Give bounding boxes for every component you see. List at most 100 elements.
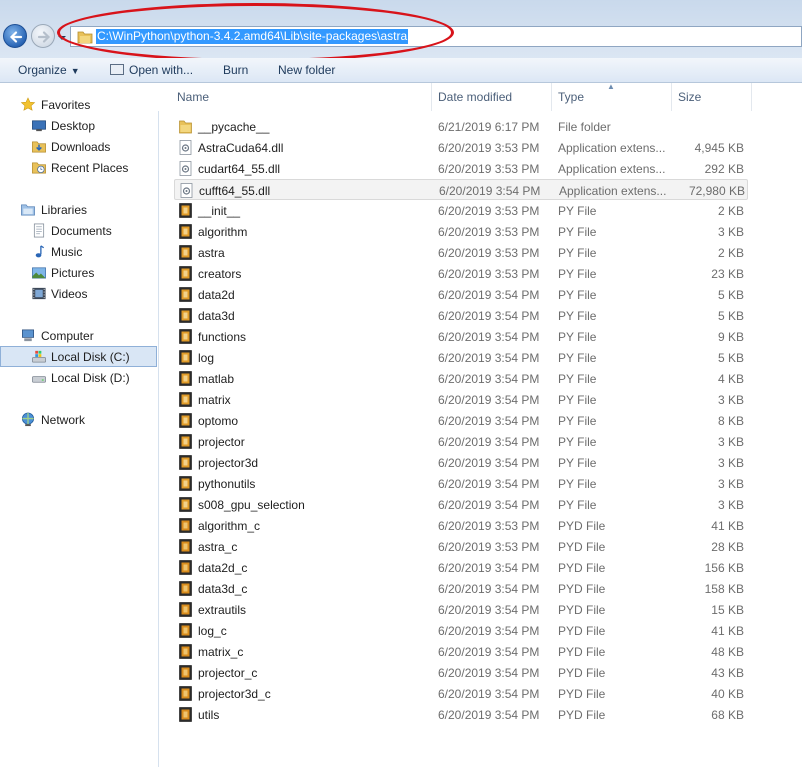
- dll-icon: [179, 140, 192, 155]
- file-row[interactable]: projector 6/20/2019 3:54 PM PY File 3 KB: [174, 431, 748, 452]
- nav-label: Network: [41, 413, 86, 427]
- file-date-modified: 6/20/2019 3:53 PM: [438, 204, 540, 218]
- nav-label: Downloads: [51, 140, 111, 154]
- file-type: PY File: [558, 498, 597, 512]
- file-row[interactable]: data3d_c 6/20/2019 3:54 PM PYD File 158 KB: [174, 578, 748, 599]
- file-size: 2 KB: [717, 246, 744, 260]
- file-row[interactable]: astra 6/20/2019 3:53 PM PY File 2 KB: [174, 242, 748, 263]
- file-name: astra_c: [198, 540, 238, 554]
- file-row[interactable]: AstraCuda64.dll 6/20/2019 3:53 PM Applicat…: [174, 137, 748, 158]
- nav-favorites[interactable]: Favorites: [0, 94, 157, 115]
- nav-downloads[interactable]: Downloads: [0, 136, 157, 157]
- file-name: data3d_c: [198, 582, 248, 596]
- nav-pictures[interactable]: Pictures: [0, 262, 157, 283]
- file-row[interactable]: log 6/20/2019 3:54 PM PY File 5 KB: [174, 347, 748, 368]
- file-row[interactable]: data3d 6/20/2019 3:54 PM PY File 5 KB: [174, 305, 748, 326]
- file-size: 4,945 KB: [694, 141, 744, 155]
- system-drive-icon: [32, 350, 46, 363]
- network-icon: [22, 412, 34, 427]
- file-row[interactable]: creators 6/20/2019 3:53 PM PY File 23 KB: [174, 263, 748, 284]
- address-field[interactable]: C:\WinPython\python-3.4.2.amd64\Lib\site…: [70, 26, 802, 47]
- file-size: 41 KB: [711, 624, 744, 638]
- column-header-size[interactable]: Size: [673, 83, 752, 111]
- back-button[interactable]: [3, 24, 27, 48]
- file-date-modified: 6/20/2019 3:54 PM: [438, 603, 540, 617]
- file-name: cufft64_55.dll: [199, 184, 271, 198]
- file-date-modified: 6/20/2019 3:54 PM: [438, 288, 540, 302]
- file-date-modified: 6/20/2019 3:54 PM: [438, 708, 540, 722]
- file-row[interactable]: projector_c 6/20/2019 3:54 PM PYD File 43 K…: [174, 662, 748, 683]
- file-row[interactable]: __pycache__ 6/21/2019 6:17 PM File folder: [174, 116, 748, 137]
- file-row[interactable]: pythonutils 6/20/2019 3:54 PM PY File 3 KB: [174, 473, 748, 494]
- column-header-row: Name Date modified Type Size ▲: [158, 82, 802, 111]
- nav-desktop[interactable]: Desktop: [0, 115, 157, 136]
- file-row[interactable]: projector3d_c 6/20/2019 3:54 PM PYD File 40…: [174, 683, 748, 704]
- organize-button[interactable]: Organize ▼: [18, 62, 80, 78]
- forward-button[interactable]: [31, 24, 55, 48]
- nav-computer[interactable]: Computer: [0, 325, 157, 346]
- nav-documents[interactable]: Documents: [0, 220, 157, 241]
- file-row[interactable]: cudart64_55.dll 6/20/2019 3:53 PM Applicat…: [174, 158, 748, 179]
- nav-videos[interactable]: Videos: [0, 283, 157, 304]
- column-label: Name: [177, 90, 210, 104]
- file-row[interactable]: __init__ 6/20/2019 3:53 PM PY File 2 KB: [174, 200, 748, 221]
- file-row[interactable]: data2d 6/20/2019 3:54 PM PY File 5 KB: [174, 284, 748, 305]
- file-row[interactable]: projector3d 6/20/2019 3:54 PM PY File 3 KB: [174, 452, 748, 473]
- file-name: __init__: [198, 204, 241, 218]
- file-size: 158 KB: [704, 582, 744, 596]
- nav-local-disk-d[interactable]: Local Disk (D:): [0, 367, 157, 388]
- file-date-modified: 6/20/2019 3:54 PM: [439, 184, 541, 198]
- file-size: 4 KB: [717, 372, 744, 386]
- file-name: projector3d: [198, 456, 259, 470]
- nav-music[interactable]: Music: [0, 241, 157, 262]
- file-row[interactable]: extrautils 6/20/2019 3:54 PM PYD File 15 KB: [174, 599, 748, 620]
- file-row[interactable]: matrix 6/20/2019 3:54 PM PY File 3 KB: [174, 389, 748, 410]
- column-header-date-modified[interactable]: Date modified: [433, 83, 552, 111]
- file-row[interactable]: optomo 6/20/2019 3:54 PM PY File 8 KB: [174, 410, 748, 431]
- file-name: matlab: [198, 372, 235, 386]
- file-size: 8 KB: [717, 414, 744, 428]
- pyd-file-icon: [179, 539, 192, 554]
- column-header-name[interactable]: Name: [172, 83, 432, 111]
- file-date-modified: 6/20/2019 3:53 PM: [438, 519, 540, 533]
- file-date-modified: 6/20/2019 3:54 PM: [438, 309, 540, 323]
- pyd-file-icon: [179, 602, 192, 617]
- file-type: PY File: [558, 456, 597, 470]
- burn-button[interactable]: Burn: [223, 62, 248, 78]
- address-path-text[interactable]: C:\WinPython\python-3.4.2.amd64\Lib\site…: [96, 29, 409, 44]
- file-row[interactable]: cufft64_55.dll 6/20/2019 3:54 PM Applicati…: [174, 179, 748, 200]
- recent-pages-button[interactable]: [57, 32, 67, 42]
- file-size: 9 KB: [717, 330, 744, 344]
- file-name: data2d: [198, 288, 235, 302]
- file-row[interactable]: algorithm 6/20/2019 3:53 PM PY File 3 KB: [174, 221, 748, 242]
- file-row[interactable]: matlab 6/20/2019 3:54 PM PY File 4 KB: [174, 368, 748, 389]
- nav-libraries[interactable]: Libraries: [0, 199, 157, 220]
- file-row[interactable]: functions 6/20/2019 3:54 PM PY File 9 KB: [174, 326, 748, 347]
- file-type: PYD File: [558, 519, 606, 533]
- file-row[interactable]: data2d_c 6/20/2019 3:54 PM PYD File 156 KB: [174, 557, 748, 578]
- file-name: s008_gpu_selection: [198, 498, 305, 512]
- file-row[interactable]: log_c 6/20/2019 3:54 PM PYD File 41 KB: [174, 620, 748, 641]
- file-row[interactable]: utils 6/20/2019 3:54 PM PYD File 68 KB: [174, 704, 748, 725]
- nav-network[interactable]: Network: [0, 409, 157, 430]
- file-row[interactable]: algorithm_c 6/20/2019 3:53 PM PYD File 41 K…: [174, 515, 748, 536]
- window-icon: [110, 64, 124, 75]
- file-row[interactable]: matrix_c 6/20/2019 3:54 PM PYD File 48 KB: [174, 641, 748, 662]
- file-type: File folder: [558, 120, 611, 134]
- py-file-icon: [179, 476, 192, 491]
- nav-local-disk-c[interactable]: Local Disk (C:): [0, 346, 157, 367]
- file-name: data2d_c: [198, 561, 248, 575]
- file-type: PY File: [558, 309, 597, 323]
- file-size: 41 KB: [711, 519, 744, 533]
- file-size: 72,980 KB: [688, 184, 745, 198]
- file-size: 48 KB: [711, 645, 744, 659]
- file-date-modified: 6/20/2019 3:54 PM: [438, 624, 540, 638]
- open-with-button[interactable]: Open with...: [110, 62, 193, 78]
- file-row[interactable]: astra_c 6/20/2019 3:53 PM PYD File 28 KB: [174, 536, 748, 557]
- file-name: extrautils: [198, 603, 247, 617]
- nav-recent-places[interactable]: Recent Places: [0, 157, 157, 178]
- file-row[interactable]: s008_gpu_selection 6/20/2019 3:54 PM PY Fi…: [174, 494, 748, 515]
- file-date-modified: 6/20/2019 3:54 PM: [438, 435, 540, 449]
- new-folder-button[interactable]: New folder: [278, 62, 335, 78]
- file-name: astra: [198, 246, 225, 260]
